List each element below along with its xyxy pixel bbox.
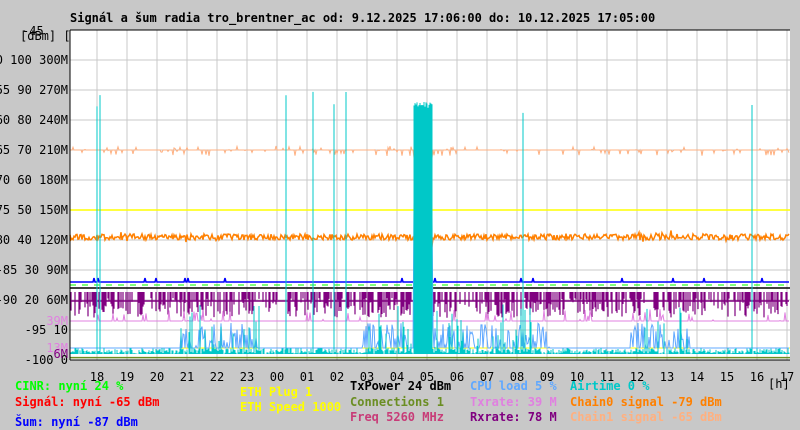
y-tick-label: -80 40 120M — [0, 233, 68, 247]
y-tick-rate: 60M — [46, 293, 68, 307]
signal-noise-chart: Signál a šum radia tro_brentner_ac od: 9… — [0, 11, 794, 429]
x-tick-label: 01 — [300, 370, 314, 384]
y-tick-rate: 300M — [39, 53, 68, 67]
x-tick-label: 22 — [210, 370, 224, 384]
rate-marker-label: 6M — [54, 347, 68, 361]
x-tick-label: 21 — [180, 370, 194, 384]
y-tick-pct: 90 — [17, 83, 31, 97]
x-tick-label: 06 — [450, 370, 464, 384]
y-tick-pct: 100 — [10, 53, 32, 67]
legend-airtime: Airtime 0 % — [570, 379, 650, 393]
y-tick-dbm: -55 — [0, 83, 10, 97]
y-tick-dbm: -80 — [0, 233, 10, 247]
y-tick-dbm: -70 — [0, 173, 10, 187]
y-tick-rate: 210M — [39, 143, 68, 157]
legend-txpower: TxPower 24 dBm — [350, 379, 451, 393]
y-tick-dbm: -65 — [0, 143, 10, 157]
y-tick-dbm: -60 — [0, 113, 10, 127]
y-tick-dbm: -75 — [0, 203, 10, 217]
y-tick-label: -65 70 210M — [0, 143, 68, 157]
y-tick-label: -60 80 240M — [0, 113, 68, 127]
x-tick-label: 20 — [150, 370, 164, 384]
y-tick-pct: 30 — [25, 263, 39, 277]
y-tick-dbm: -90 — [0, 293, 17, 307]
y-tick-rate: 90M — [46, 263, 68, 277]
x-tick-label: 23 — [240, 370, 254, 384]
y-tick-dbm: -100 — [25, 353, 54, 367]
y-top-label: -45 — [22, 24, 44, 38]
y-tick-rate: 240M — [39, 113, 68, 127]
y-ticks: -50 100 300M -55 90 270M -60 80 240M -65 70… — [0, 53, 68, 367]
y-tick-label: -70 60 180M — [0, 173, 68, 187]
legend-freq: Freq 5260 MHz — [350, 410, 444, 424]
legend-chain1: Chain1 signal -65 dBm — [570, 410, 722, 424]
y-tick-label: -50 100 300M — [0, 53, 68, 67]
x-tick-label: 02 — [330, 370, 344, 384]
y-tick-rate: 150M — [39, 203, 68, 217]
legend-eth-speed: ETH Speed 1000 — [240, 400, 341, 414]
y-tick-label: -55 90 270M — [0, 83, 68, 97]
legend-cpu: CPU load 5 % — [470, 379, 557, 393]
y-tick-pct: 70 — [17, 143, 31, 157]
y-tick-dbm: -50 — [0, 53, 3, 67]
y-tick-label: -90 20 60M — [0, 293, 68, 307]
y-tick-pct: 50 — [17, 203, 31, 217]
legend-txrate: Txrate: 39 M — [470, 395, 557, 409]
y-tick-pct: 40 — [17, 233, 31, 247]
y-tick-rate: 180M — [39, 173, 68, 187]
legend-connections: Connections 1 — [350, 395, 444, 409]
y-tick-rate: 270M — [39, 83, 68, 97]
legend: CINR: nyní 24 % Signál: nyní -65 dBm Šum… — [15, 379, 722, 429]
chart-title: Signál a šum radia tro_brentner_ac od: 9… — [70, 11, 655, 26]
legend-eth-plug: ETH Plug 1 — [240, 385, 312, 399]
y-tick-pct: 20 — [25, 293, 39, 307]
y-tick-dbm: -95 — [25, 323, 47, 337]
x-tick-label: 14 — [690, 370, 704, 384]
y-tick-label: -85 30 90M — [0, 263, 68, 277]
x-tick-label: 15 — [720, 370, 734, 384]
x-tick-label: 16 — [750, 370, 764, 384]
legend-chain0: Chain0 signal -79 dBm — [570, 395, 722, 409]
legend-signal: Signál: nyní -65 dBm — [15, 395, 160, 409]
y-tick-pct: 80 — [17, 113, 31, 127]
y-tick-dbm: -85 — [0, 263, 17, 277]
legend-cinr: CINR: nyní 24 % — [15, 379, 124, 393]
legend-noise: Šum: nyní -87 dBm — [15, 414, 138, 429]
x-unit-label: [h] — [768, 377, 790, 391]
y-tick-pct: 60 — [17, 173, 31, 187]
rate-marker-label: 39M — [46, 314, 68, 328]
x-tick-label: 13 — [660, 370, 674, 384]
y-tick-label: -75 50 150M — [0, 203, 68, 217]
legend-rxrate: Rxrate: 78 M — [470, 410, 557, 424]
y-tick-rate: 120M — [39, 233, 68, 247]
x-tick-label: 00 — [270, 370, 284, 384]
